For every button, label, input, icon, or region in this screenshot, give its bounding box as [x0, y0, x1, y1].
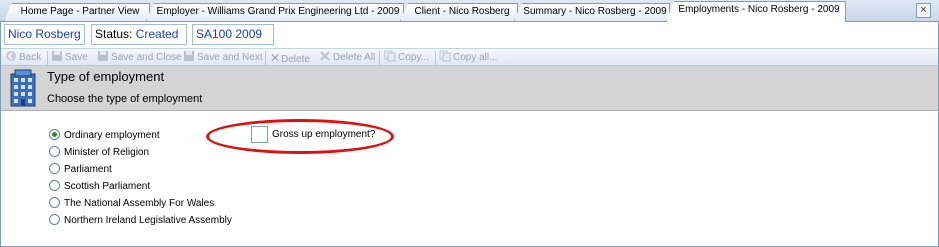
- back-button[interactable]: Back: [5, 50, 41, 66]
- status-row: Nico Rosberg Status: Created SA100 2009: [1, 22, 938, 48]
- copy-all-button[interactable]: Copy all...: [439, 50, 497, 66]
- save-and-next-button[interactable]: Save and Next: [183, 50, 263, 66]
- radio-button[interactable]: [49, 163, 60, 174]
- close-tab-button[interactable]: ×: [916, 3, 931, 18]
- radio-parliament[interactable]: Parliament: [49, 163, 112, 179]
- status-value: Created: [135, 27, 179, 41]
- tab-home-page[interactable]: Home Page - Partner View: [4, 3, 150, 21]
- status-chip: Status: Created: [91, 24, 187, 45]
- back-arrow-icon: [6, 51, 16, 61]
- tab-client[interactable]: Client - Nico Rosberg: [400, 3, 518, 21]
- save-disk-icon: [52, 51, 62, 61]
- copy-button[interactable]: Copy...: [384, 50, 429, 66]
- section-title: Type of employment: [47, 69, 165, 84]
- radio-scottish-parliament[interactable]: Scottish Parliament: [49, 180, 150, 196]
- delete-x-icon: ✕: [269, 51, 281, 65]
- radio-button[interactable]: [49, 214, 60, 225]
- copy-all-icon: [439, 50, 451, 62]
- section-subtitle: Choose the type of employment: [47, 93, 203, 105]
- delete-all-icon: [320, 51, 330, 61]
- tab-strip: Home Page - Partner View Employer - Will…: [0, 0, 939, 22]
- client-name-chip: Nico Rosberg: [4, 24, 85, 45]
- tab-summary[interactable]: Summary - Nico Rosberg - 2009: [514, 3, 670, 21]
- employment-panel: Nico Rosberg Status: Created SA100 2009 …: [0, 21, 939, 247]
- return-type-chip: SA100 2009: [192, 24, 274, 45]
- radio-minister-of-religion[interactable]: Minister of Religion: [49, 146, 149, 162]
- section-header: Type of employment Choose the type of em…: [1, 66, 938, 111]
- radio-button[interactable]: [49, 197, 60, 208]
- toolbar: Back Save Save and Close Save and Next ✕…: [1, 48, 938, 66]
- radio-national-assembly-wales[interactable]: The National Assembly For Wales: [49, 197, 214, 213]
- highlight-oval: [206, 119, 394, 154]
- save-close-icon: [98, 51, 108, 61]
- tab-employments[interactable]: Employments - Nico Rosberg - 2009: [666, 1, 846, 22]
- radio-button[interactable]: [49, 146, 60, 157]
- delete-all-button[interactable]: Delete All: [319, 50, 375, 66]
- delete-button[interactable]: ✕Delete: [269, 50, 310, 66]
- radio-ordinary-employment[interactable]: Ordinary employment: [49, 129, 160, 145]
- copy-icon: [384, 50, 396, 62]
- radio-button[interactable]: [49, 180, 60, 191]
- building-icon: [10, 69, 36, 107]
- save-and-close-button[interactable]: Save and Close: [97, 50, 182, 66]
- status-label: Status:: [95, 27, 133, 41]
- save-next-icon: [184, 51, 194, 61]
- save-button[interactable]: Save: [51, 50, 88, 66]
- radio-northern-ireland-assembly[interactable]: Northern Ireland Legislative Assembly: [49, 214, 232, 230]
- radio-button-selected[interactable]: [49, 129, 60, 140]
- tab-employer[interactable]: Employer - Williams Grand Prix Engineeri…: [146, 3, 404, 21]
